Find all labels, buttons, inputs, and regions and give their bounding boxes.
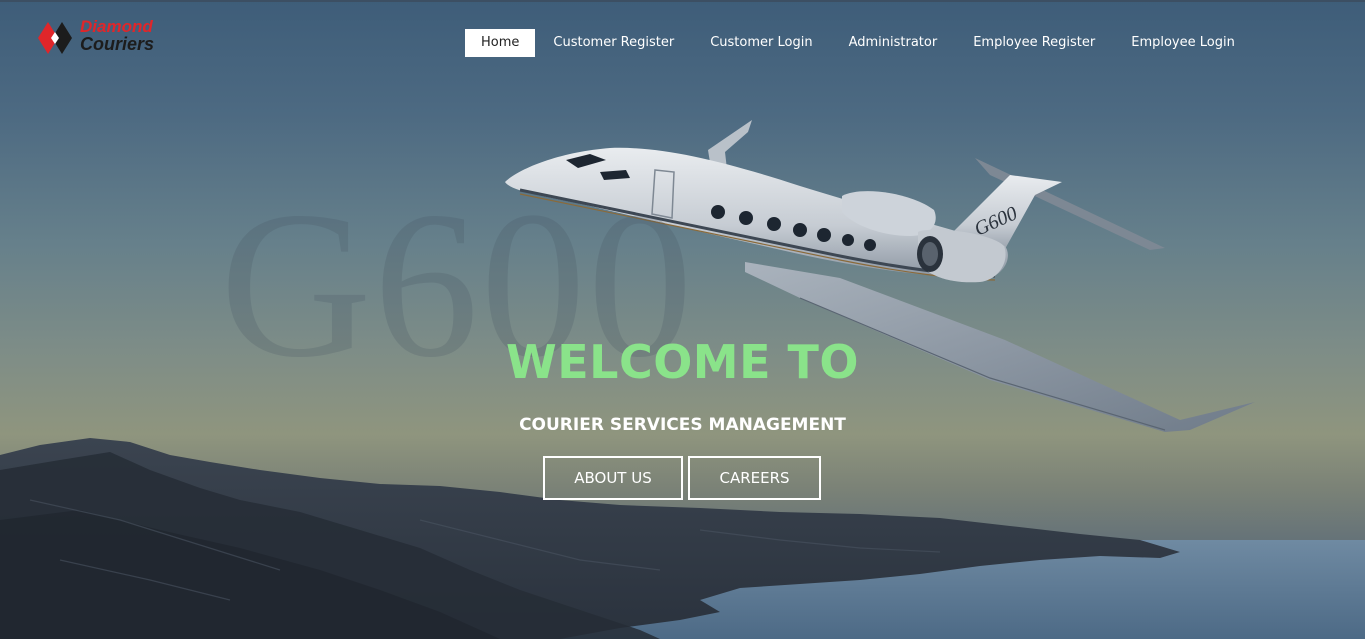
nav-employee-register[interactable]: Employee Register — [955, 29, 1113, 57]
about-us-button[interactable]: ABOUT US — [543, 456, 683, 500]
brand-logo[interactable]: Diamond Couriers — [38, 18, 188, 58]
brand-name-line2: Couriers — [80, 34, 155, 54]
nav-employee-login[interactable]: Employee Login — [1113, 29, 1253, 57]
hero-button-group: ABOUT US CAREERS — [543, 456, 821, 500]
nav-customer-register[interactable]: Customer Register — [535, 29, 692, 57]
nav-home[interactable]: Home — [465, 29, 536, 57]
hero-subtitle: COURIER SERVICES MANAGEMENT — [519, 415, 846, 435]
brand-name-line1: Diamond — [80, 17, 153, 36]
main-nav: Home Customer Register Customer Login Ad… — [465, 29, 1253, 57]
diamond-logo-icon — [38, 22, 72, 54]
nav-customer-login[interactable]: Customer Login — [692, 29, 830, 57]
nav-administrator[interactable]: Administrator — [831, 29, 956, 57]
hero-title: WELCOME TO — [505, 335, 860, 389]
careers-button[interactable]: CAREERS — [688, 456, 821, 500]
landing-page: G600 G600 Diamond Couriers Home Customer… — [0, 0, 1365, 639]
jet-tail-text: G600 — [971, 202, 1021, 240]
jet-tail-marking: G600 — [971, 202, 1021, 240]
